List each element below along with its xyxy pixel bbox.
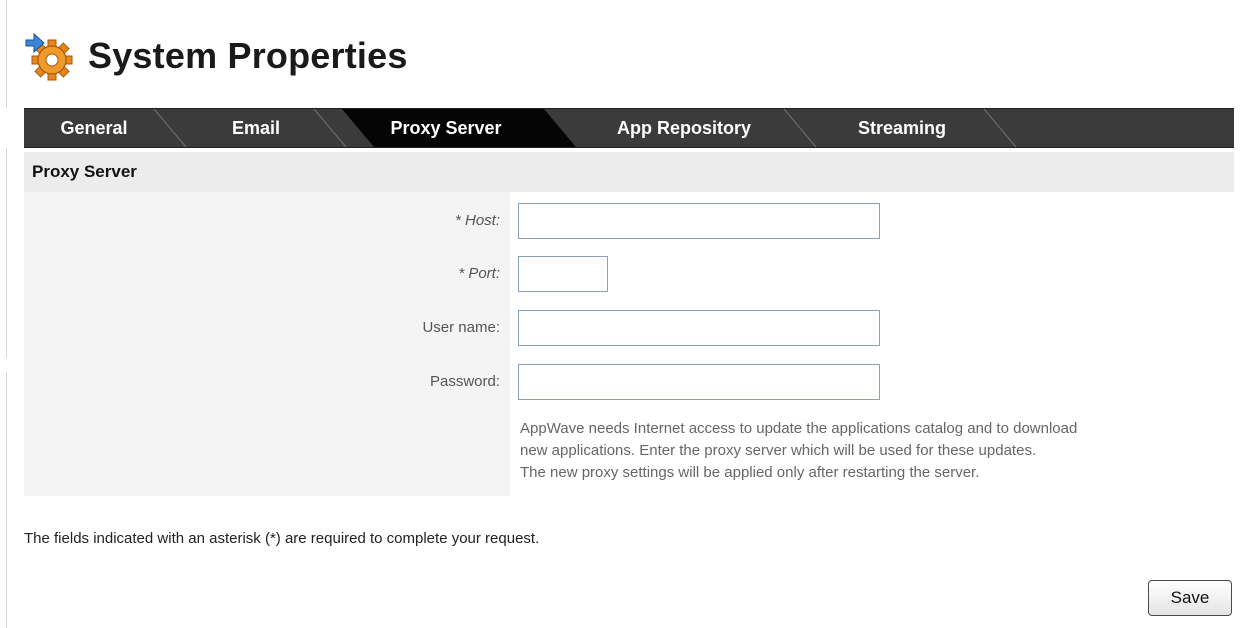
gear-with-arrow-icon xyxy=(24,30,76,82)
username-input[interactable] xyxy=(518,310,880,346)
required-fields-note: The fields indicated with an asterisk (*… xyxy=(24,530,540,547)
tab-email[interactable]: Email xyxy=(216,109,296,147)
page-title: System Properties xyxy=(88,35,408,76)
left-rule xyxy=(6,0,7,108)
port-label: * Port: xyxy=(458,265,500,282)
help-line: The new proxy settings will be applied o… xyxy=(520,464,980,481)
password-input[interactable] xyxy=(518,364,880,400)
form-label-panel xyxy=(24,192,510,496)
help-line: AppWave needs Internet access to update … xyxy=(520,420,1078,437)
password-label: Password: xyxy=(429,373,500,390)
left-rule xyxy=(6,148,7,358)
help-text: AppWave needs Internet access to update … xyxy=(520,418,1220,484)
port-input[interactable] xyxy=(518,256,608,292)
username-label: User name: xyxy=(422,319,500,336)
tab-bar: General Email Proxy Server App Repositor… xyxy=(24,108,1234,148)
help-line: new applications. Enter the proxy server… xyxy=(520,442,1037,459)
save-button[interactable]: Save xyxy=(1148,580,1232,616)
left-rule xyxy=(6,372,7,628)
host-input[interactable] xyxy=(518,203,880,239)
tab-proxy-server[interactable]: Proxy Server xyxy=(376,109,516,147)
title-row: System Properties xyxy=(24,26,408,86)
section-header: Proxy Server xyxy=(24,152,1234,192)
host-label: * Host: xyxy=(454,212,500,229)
tab-general[interactable]: General xyxy=(54,109,134,147)
tab-app-repository[interactable]: App Repository xyxy=(604,109,764,147)
tab-streaming[interactable]: Streaming xyxy=(844,109,960,147)
